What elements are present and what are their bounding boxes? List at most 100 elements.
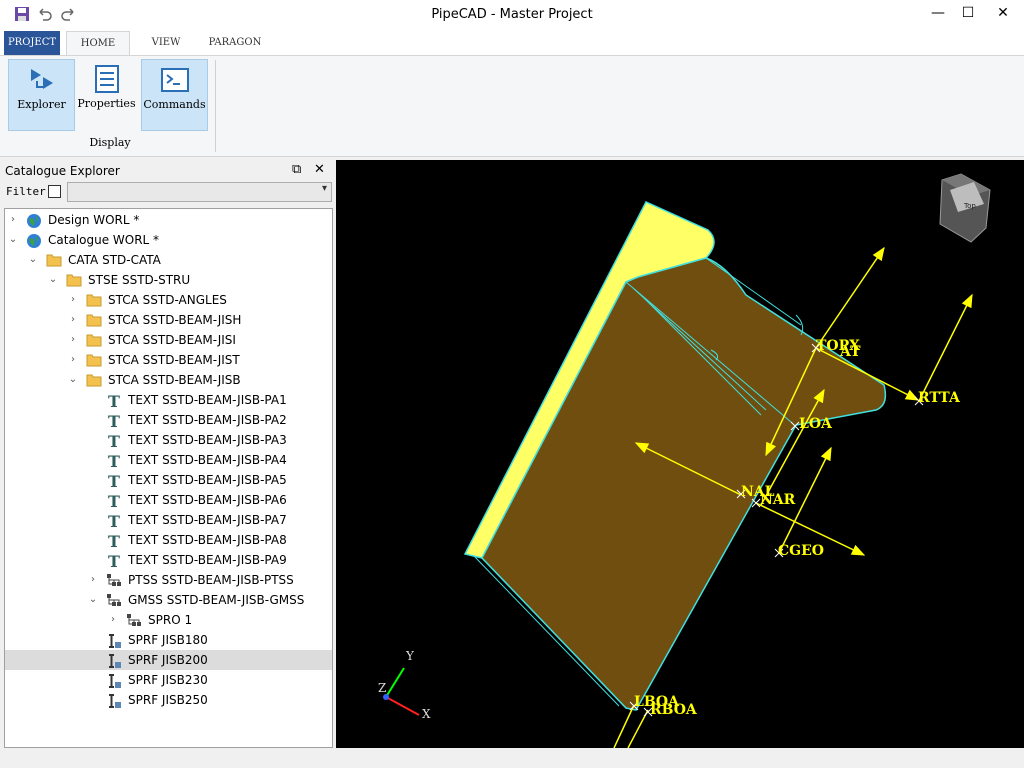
- tree-item-text-pa7[interactable]: T TEXT SSTD-BEAM-JISB-PA7: [5, 510, 332, 531]
- tree-item-text-pa5[interactable]: T TEXT SSTD-BEAM-JISB-PA5: [5, 470, 332, 491]
- ribbon: Explorer Properties Commands Display: [0, 55, 1024, 157]
- label-rtta: RTTA: [918, 390, 961, 406]
- tree-item-sprf-jisb230[interactable]: SPRF JISB230: [5, 670, 332, 690]
- ribbon-tabs: PROJECT HOME VIEW PARAGON i: [0, 30, 1024, 79]
- text-icon: T: [106, 432, 122, 451]
- folder-icon: [66, 273, 82, 287]
- tree-item-text-pa6[interactable]: T TEXT SSTD-BEAM-JISB-PA6: [5, 490, 332, 511]
- tree-item-text-pa8[interactable]: T TEXT SSTD-BEAM-JISB-PA8: [5, 530, 332, 551]
- svg-text:T: T: [108, 453, 120, 469]
- chevron-right-icon[interactable]: ›: [67, 310, 79, 330]
- tree-item-stca-jist[interactable]: › STCA SSTD-BEAM-JIST: [5, 350, 332, 370]
- tree-item-sprf-jisb250[interactable]: SPRF JISB250: [5, 690, 332, 710]
- catalogue-tree[interactable]: › Design WORL * ⌄ Catalogue WORL * ⌄ CAT…: [4, 208, 333, 748]
- tree-item-stse[interactable]: ⌄ STSE SSTD-STRU: [5, 270, 332, 290]
- tree-item-label: SPRF JISB250: [128, 693, 208, 707]
- folder-icon: [86, 313, 102, 327]
- float-panel-icon[interactable]: ⧉: [292, 162, 301, 177]
- tree-item-text-pa3[interactable]: T TEXT SSTD-BEAM-JISB-PA3: [5, 430, 332, 451]
- tree-item-text-pa1[interactable]: T TEXT SSTD-BEAM-JISB-PA1: [5, 390, 332, 411]
- tree-item-label: SPRO 1: [148, 613, 193, 627]
- hierarchy-icon: [126, 613, 142, 627]
- terminal-icon: [160, 65, 190, 95]
- label-at: AT: [839, 344, 861, 360]
- close-button[interactable]: ✕: [991, 5, 1015, 25]
- filter-combobox[interactable]: ▾: [67, 182, 332, 202]
- folder-icon: [86, 353, 102, 367]
- tree-item-stca-jish[interactable]: › STCA SSTD-BEAM-JISH: [5, 310, 332, 330]
- axis-triad: Y X Z: [378, 649, 431, 721]
- tab-home[interactable]: HOME: [66, 31, 130, 56]
- tree-item-label: TEXT SSTD-BEAM-JISB-PA8: [128, 533, 287, 547]
- properties-button[interactable]: Properties: [74, 59, 139, 129]
- catalogue-explorer-panel: Catalogue Explorer ⧉ ✕ Filter ▾ › Design…: [0, 160, 336, 750]
- chevron-right-icon[interactable]: ›: [67, 330, 79, 350]
- axis-x-label: X: [422, 707, 431, 721]
- tree-item-label: STCA SSTD-BEAM-JISB: [108, 373, 241, 387]
- tree-item-sprf-jisb200[interactable]: SPRF JISB200: [5, 650, 332, 670]
- tree-item-ptss[interactable]: › PTSS SSTD-BEAM-JISB-PTSS: [5, 570, 332, 590]
- chevron-right-icon[interactable]: ›: [107, 610, 119, 630]
- svg-text:T: T: [108, 433, 120, 449]
- tree-item-stca-jisi[interactable]: › STCA SSTD-BEAM-JISI: [5, 330, 332, 350]
- label-nar: NAR: [760, 492, 796, 508]
- tree-item-label: STSE SSTD-STRU: [88, 273, 191, 287]
- 3d-viewport[interactable]: TOPX AT RTTA LOA NAL NAR CGEO LBOA RBOA …: [336, 160, 1024, 749]
- chevron-down-icon[interactable]: ⌄: [27, 250, 39, 270]
- tree-item-label: TEXT SSTD-BEAM-JISB-PA6: [128, 493, 287, 507]
- tree-item-stca-jisb[interactable]: ⌄ STCA SSTD-BEAM-JISB: [5, 370, 332, 390]
- minimize-button[interactable]: —: [926, 5, 950, 25]
- tree-item-stca-angles[interactable]: › STCA SSTD-ANGLES: [5, 290, 332, 310]
- tab-paragon[interactable]: PARAGON: [206, 31, 264, 55]
- chevron-right-icon[interactable]: ›: [67, 350, 79, 370]
- tab-project[interactable]: PROJECT: [4, 31, 60, 55]
- window-title: PipeCAD - Master Project: [431, 7, 593, 22]
- tree-item-text-pa9[interactable]: T TEXT SSTD-BEAM-JISB-PA9: [5, 550, 332, 571]
- text-icon: T: [106, 412, 122, 431]
- explorer-button[interactable]: Explorer: [8, 59, 75, 131]
- tree-item-text-pa4[interactable]: T TEXT SSTD-BEAM-JISB-PA4: [5, 450, 332, 471]
- text-icon: T: [106, 552, 122, 571]
- tree-item-label: TEXT SSTD-BEAM-JISB-PA9: [128, 553, 287, 567]
- beam-web-face: [481, 257, 887, 711]
- ribbon-group-divider: [215, 60, 216, 152]
- svg-text:T: T: [108, 493, 120, 509]
- profile-icon: [106, 693, 122, 708]
- tree-item-label: STCA SSTD-BEAM-JISI: [108, 333, 236, 347]
- tab-view[interactable]: VIEW: [140, 31, 192, 55]
- tree-item-label: TEXT SSTD-BEAM-JISB-PA4: [128, 453, 287, 467]
- tree-item-spro[interactable]: › SPRO 1: [5, 610, 332, 630]
- tree-item-gmss[interactable]: ⌄ GMSS SSTD-BEAM-JISB-GMSS: [5, 590, 332, 610]
- tree-item-label: TEXT SSTD-BEAM-JISB-PA7: [128, 513, 287, 527]
- filter-checkbox[interactable]: [48, 185, 61, 198]
- profile-icon: [106, 673, 122, 688]
- tree-item-sprf-jisb180[interactable]: SPRF JISB180: [5, 630, 332, 650]
- title-bar: PipeCAD - Master Project — ☐ ✕: [0, 0, 1024, 30]
- maximize-button[interactable]: ☐: [956, 5, 980, 25]
- chevron-down-icon[interactable]: ⌄: [47, 270, 59, 290]
- tree-item-label: STCA SSTD-BEAM-JIST: [108, 353, 240, 367]
- axis-z-label: Z: [378, 681, 386, 695]
- tree-item-label: TEXT SSTD-BEAM-JISB-PA2: [128, 413, 287, 427]
- chevron-right-icon[interactable]: ›: [87, 570, 99, 590]
- tree-item-cata[interactable]: ⌄ CATA STD-CATA: [5, 250, 332, 270]
- close-panel-icon[interactable]: ✕: [314, 162, 325, 177]
- display-group-label: Display: [89, 136, 131, 149]
- tree-item-text-pa2[interactable]: T TEXT SSTD-BEAM-JISB-PA2: [5, 410, 332, 431]
- commands-button[interactable]: Commands: [141, 59, 208, 131]
- tree-item-label: SPRF JISB200: [128, 653, 208, 667]
- chevron-right-icon[interactable]: ›: [7, 210, 19, 230]
- tree-item-design-worl[interactable]: › Design WORL *: [5, 210, 332, 230]
- view-cube[interactable]: Top: [939, 173, 991, 243]
- chevron-down-icon[interactable]: ⌄: [7, 230, 19, 250]
- chevron-down-icon[interactable]: ⌄: [67, 370, 79, 390]
- svg-text:T: T: [108, 413, 120, 429]
- globe-icon: [26, 213, 42, 228]
- tree-item-label: STCA SSTD-ANGLES: [108, 293, 227, 307]
- chevron-right-icon[interactable]: ›: [67, 290, 79, 310]
- text-icon: T: [106, 532, 122, 551]
- tree-item-label: TEXT SSTD-BEAM-JISB-PA5: [128, 473, 287, 487]
- chevron-down-icon[interactable]: ⌄: [87, 590, 99, 610]
- tree-item-catalogue-worl[interactable]: ⌄ Catalogue WORL *: [5, 230, 332, 250]
- folder-icon: [86, 373, 102, 387]
